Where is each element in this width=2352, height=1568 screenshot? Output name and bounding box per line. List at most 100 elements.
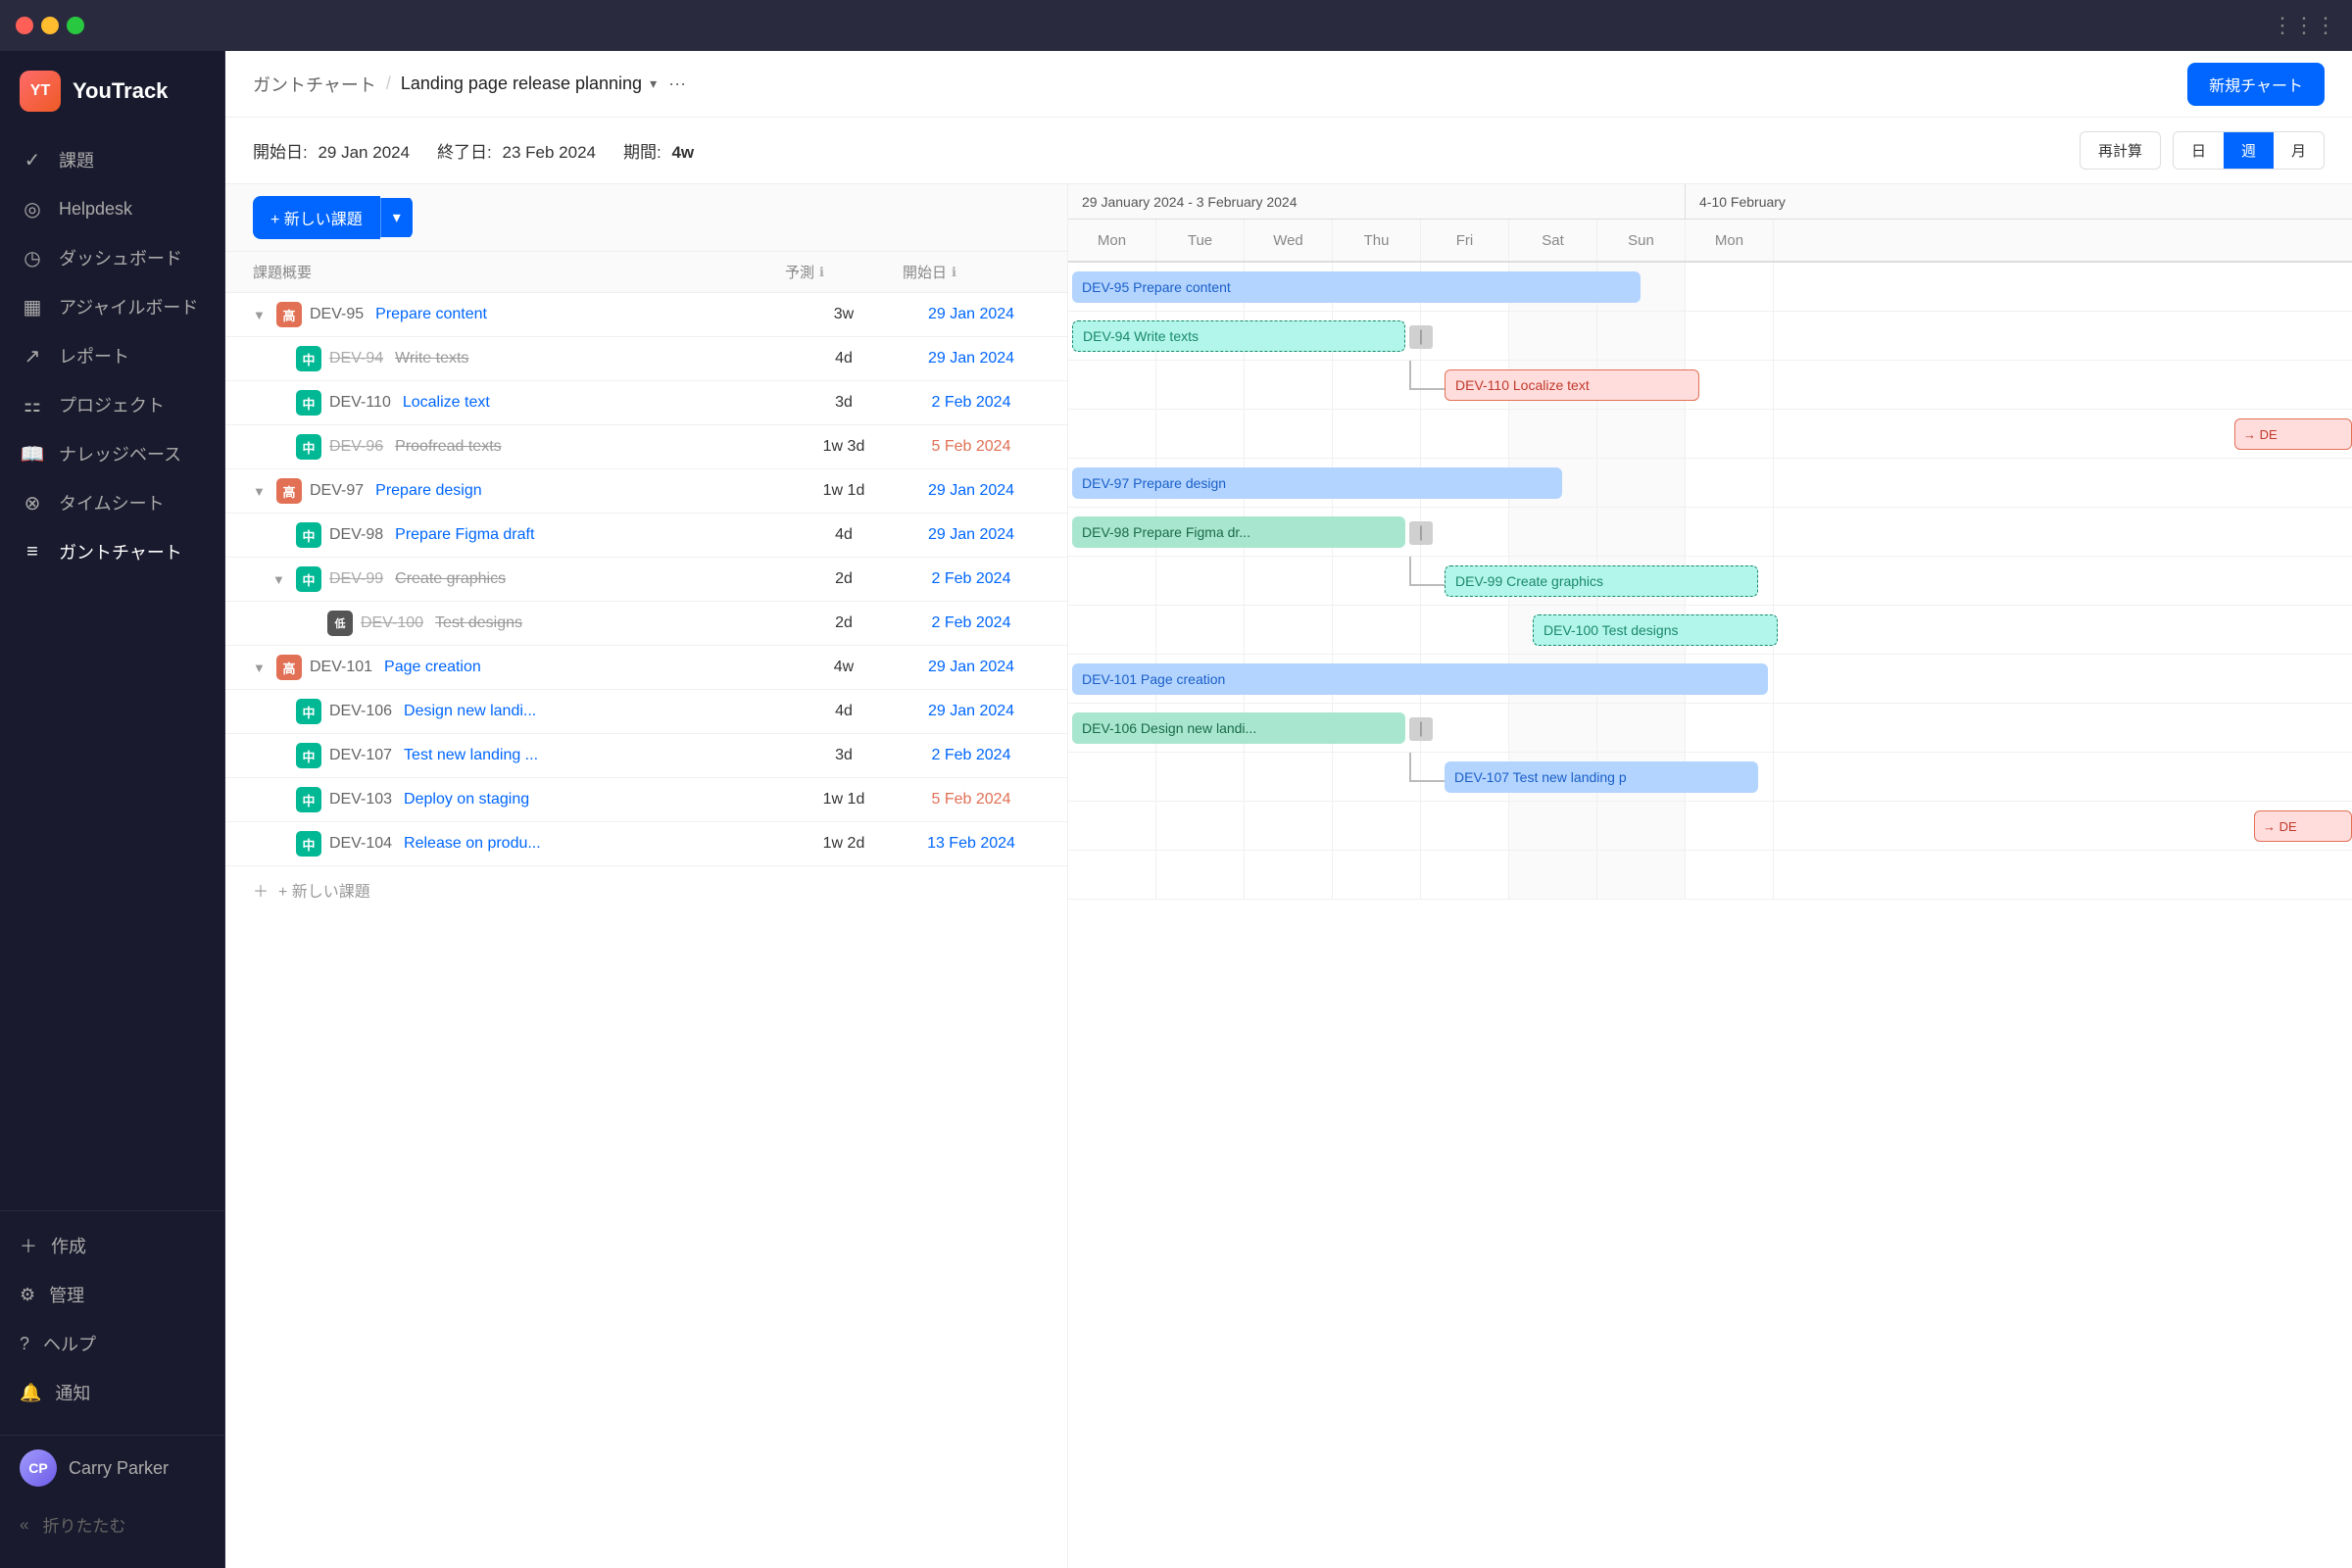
- header-actions: 新規チャート: [2187, 63, 2325, 106]
- gantt-row-96: → DE: [1068, 410, 2352, 459]
- user-section[interactable]: CP Carry Parker: [0, 1435, 224, 1500]
- sidebar-item-reports[interactable]: ↗ レポート: [0, 331, 224, 380]
- gantt-bar-98[interactable]: DEV-98 Prepare Figma dr...: [1072, 516, 1405, 548]
- task-title-107[interactable]: Test new landing ...: [404, 747, 538, 764]
- table-row: ▼ 高 DEV-97 Prepare design 1w 1d 29 Jan 2…: [225, 469, 1067, 514]
- task-name-96: ▶ 中 DEV-96 Proofread texts: [272, 434, 785, 460]
- view-week-button[interactable]: 週: [2224, 132, 2274, 169]
- task-title-95[interactable]: Prepare content: [375, 306, 487, 323]
- gantt-cell: [1156, 606, 1245, 654]
- sidebar-label-agile: アジャイルボード: [59, 294, 198, 319]
- gantt-bar-97[interactable]: DEV-97 Prepare design: [1072, 467, 1562, 499]
- task-title-94[interactable]: Write texts: [395, 350, 468, 368]
- recalc-button[interactable]: 再計算: [2080, 131, 2161, 170]
- sidebar-item-agile[interactable]: ▦ アジャイルボード: [0, 282, 224, 331]
- sidebar-item-create[interactable]: ＋ 作成: [0, 1221, 224, 1270]
- sidebar-item-timesheet[interactable]: ⊗ タイムシート: [0, 478, 224, 527]
- task-estimate-103: 1w 1d: [785, 791, 903, 808]
- gantt-cell: [1686, 802, 1774, 850]
- gantt-cell: [1333, 802, 1421, 850]
- sidebar-item-helpdesk[interactable]: ◎ Helpdesk: [0, 184, 224, 233]
- gantt-cell: [1156, 851, 1245, 899]
- breadcrumb-title: Landing page release planning: [401, 74, 642, 94]
- task-title-103[interactable]: Deploy on staging: [404, 791, 529, 808]
- sidebar-item-admin[interactable]: ⚙ 管理: [0, 1270, 224, 1319]
- start-date-label: 開始日: 29 Jan 2024: [253, 138, 410, 163]
- expand-button-95[interactable]: ▼: [253, 308, 269, 322]
- gantt-bar-110[interactable]: DEV-110 Localize text: [1445, 369, 1699, 401]
- gantt-cell: [1245, 606, 1333, 654]
- gantt-bar-95[interactable]: DEV-95 Prepare content: [1072, 271, 1641, 303]
- breadcrumb-parent[interactable]: ガントチャート: [253, 72, 376, 97]
- sidebar-bottom: ＋ 作成 ⚙ 管理 ? ヘルプ 🔔 通知: [0, 1210, 224, 1427]
- gantt-bar-99[interactable]: DEV-99 Create graphics: [1445, 565, 1758, 597]
- gantt-cell: [1421, 704, 1509, 752]
- gantt-bar-101[interactable]: DEV-101 Page creation: [1072, 663, 1768, 695]
- sidebar-item-knowledge[interactable]: 📖 ナレッジベース: [0, 429, 224, 478]
- priority-badge-99: 中: [296, 566, 321, 592]
- task-title-97[interactable]: Prepare design: [375, 482, 482, 500]
- new-chart-button[interactable]: 新規チャート: [2187, 63, 2325, 106]
- priority-badge-106: 中: [296, 699, 321, 724]
- estimate-info-icon[interactable]: ℹ: [819, 265, 824, 280]
- task-panel-header: + 新しい課題 ▾: [225, 184, 1067, 252]
- table-row: ▼ 中 DEV-99 Create graphics 2d 2 Feb 2024: [225, 558, 1067, 602]
- expand-button-99[interactable]: ▼: [272, 572, 288, 587]
- day-col-thu1: Thu: [1333, 220, 1421, 261]
- gantt-cell: [1245, 851, 1333, 899]
- gantt-cell: [1156, 802, 1245, 850]
- task-title-96[interactable]: Proofread texts: [395, 438, 502, 456]
- sidebar-item-gantt[interactable]: ≡ ガントチャート: [0, 527, 224, 576]
- logo[interactable]: YT YouTrack: [0, 71, 224, 135]
- gantt-cell: [1156, 361, 1245, 409]
- add-task-button[interactable]: + 新しい課題: [253, 196, 380, 239]
- titlebar-menu-icon[interactable]: ⋮⋮⋮: [2272, 13, 2336, 38]
- sidebar-item-issues[interactable]: ✓ 課題: [0, 135, 224, 184]
- add-task-dropdown-button[interactable]: ▾: [380, 198, 413, 237]
- task-title-100[interactable]: Test designs: [435, 614, 522, 632]
- task-title-104[interactable]: Release on produ...: [404, 835, 541, 853]
- task-title-106[interactable]: Design new landi...: [404, 703, 536, 720]
- sidebar-item-help[interactable]: ? ヘルプ: [0, 1319, 224, 1368]
- minimize-button[interactable]: [41, 17, 59, 34]
- end-date-label: 終了日: 23 Feb 2024: [437, 138, 596, 163]
- breadcrumb-separator: /: [386, 74, 391, 94]
- priority-badge-107: 中: [296, 743, 321, 768]
- task-id-98: DEV-98: [329, 526, 383, 544]
- table-row: ▼ 高 DEV-95 Prepare content 3w 29 Jan 202…: [225, 293, 1067, 337]
- more-icon[interactable]: ···: [668, 74, 686, 94]
- task-title-98[interactable]: Prepare Figma draft: [395, 526, 534, 544]
- add-new-task-row[interactable]: ＋ + 新しい課題: [225, 866, 1067, 913]
- gantt-bar-100[interactable]: DEV-100 Test designs: [1533, 614, 1778, 646]
- expand-button-97[interactable]: ▼: [253, 484, 269, 499]
- chevron-down-icon[interactable]: ▾: [650, 75, 657, 92]
- start-info-icon[interactable]: ℹ: [952, 265, 956, 280]
- task-estimate-106: 4d: [785, 703, 903, 720]
- priority-badge-100: 低: [327, 611, 353, 636]
- priority-badge-97: 高: [276, 478, 302, 504]
- priority-badge-98: 中: [296, 522, 321, 548]
- task-date-99: 2 Feb 2024: [903, 570, 1040, 588]
- gantt-bar-107[interactable]: DEV-107 Test new landing p: [1445, 761, 1758, 793]
- gantt-bar-106[interactable]: DEV-106 Design new landi...: [1072, 712, 1405, 744]
- task-title-110[interactable]: Localize text: [403, 394, 490, 412]
- task-title-99[interactable]: Create graphics: [395, 570, 506, 588]
- sidebar-item-projects[interactable]: ⚏ プロジェクト: [0, 380, 224, 429]
- gantt-cell: [1509, 410, 1597, 458]
- view-month-button[interactable]: 月: [2274, 132, 2324, 169]
- gantt-bar-94[interactable]: DEV-94 Write texts: [1072, 320, 1405, 352]
- sidebar-collapse[interactable]: « 折りたたむ: [0, 1500, 224, 1548]
- view-day-button[interactable]: 日: [2174, 132, 2224, 169]
- gantt-cell: [1421, 851, 1509, 899]
- sidebar-item-notifications[interactable]: 🔔 通知: [0, 1368, 224, 1417]
- task-id-107: DEV-107: [329, 747, 392, 764]
- close-button[interactable]: [16, 17, 33, 34]
- maximize-button[interactable]: [67, 17, 84, 34]
- sidebar-item-dashboard[interactable]: ◷ ダッシュボード: [0, 233, 224, 282]
- gantt-cell: [1686, 508, 1774, 556]
- task-title-101[interactable]: Page creation: [384, 659, 481, 676]
- gantt-cell: [1068, 753, 1156, 801]
- gantt-cell: [1333, 606, 1421, 654]
- expand-button-101[interactable]: ▼: [253, 661, 269, 675]
- task-name-106: ▶ 中 DEV-106 Design new landi...: [272, 699, 785, 724]
